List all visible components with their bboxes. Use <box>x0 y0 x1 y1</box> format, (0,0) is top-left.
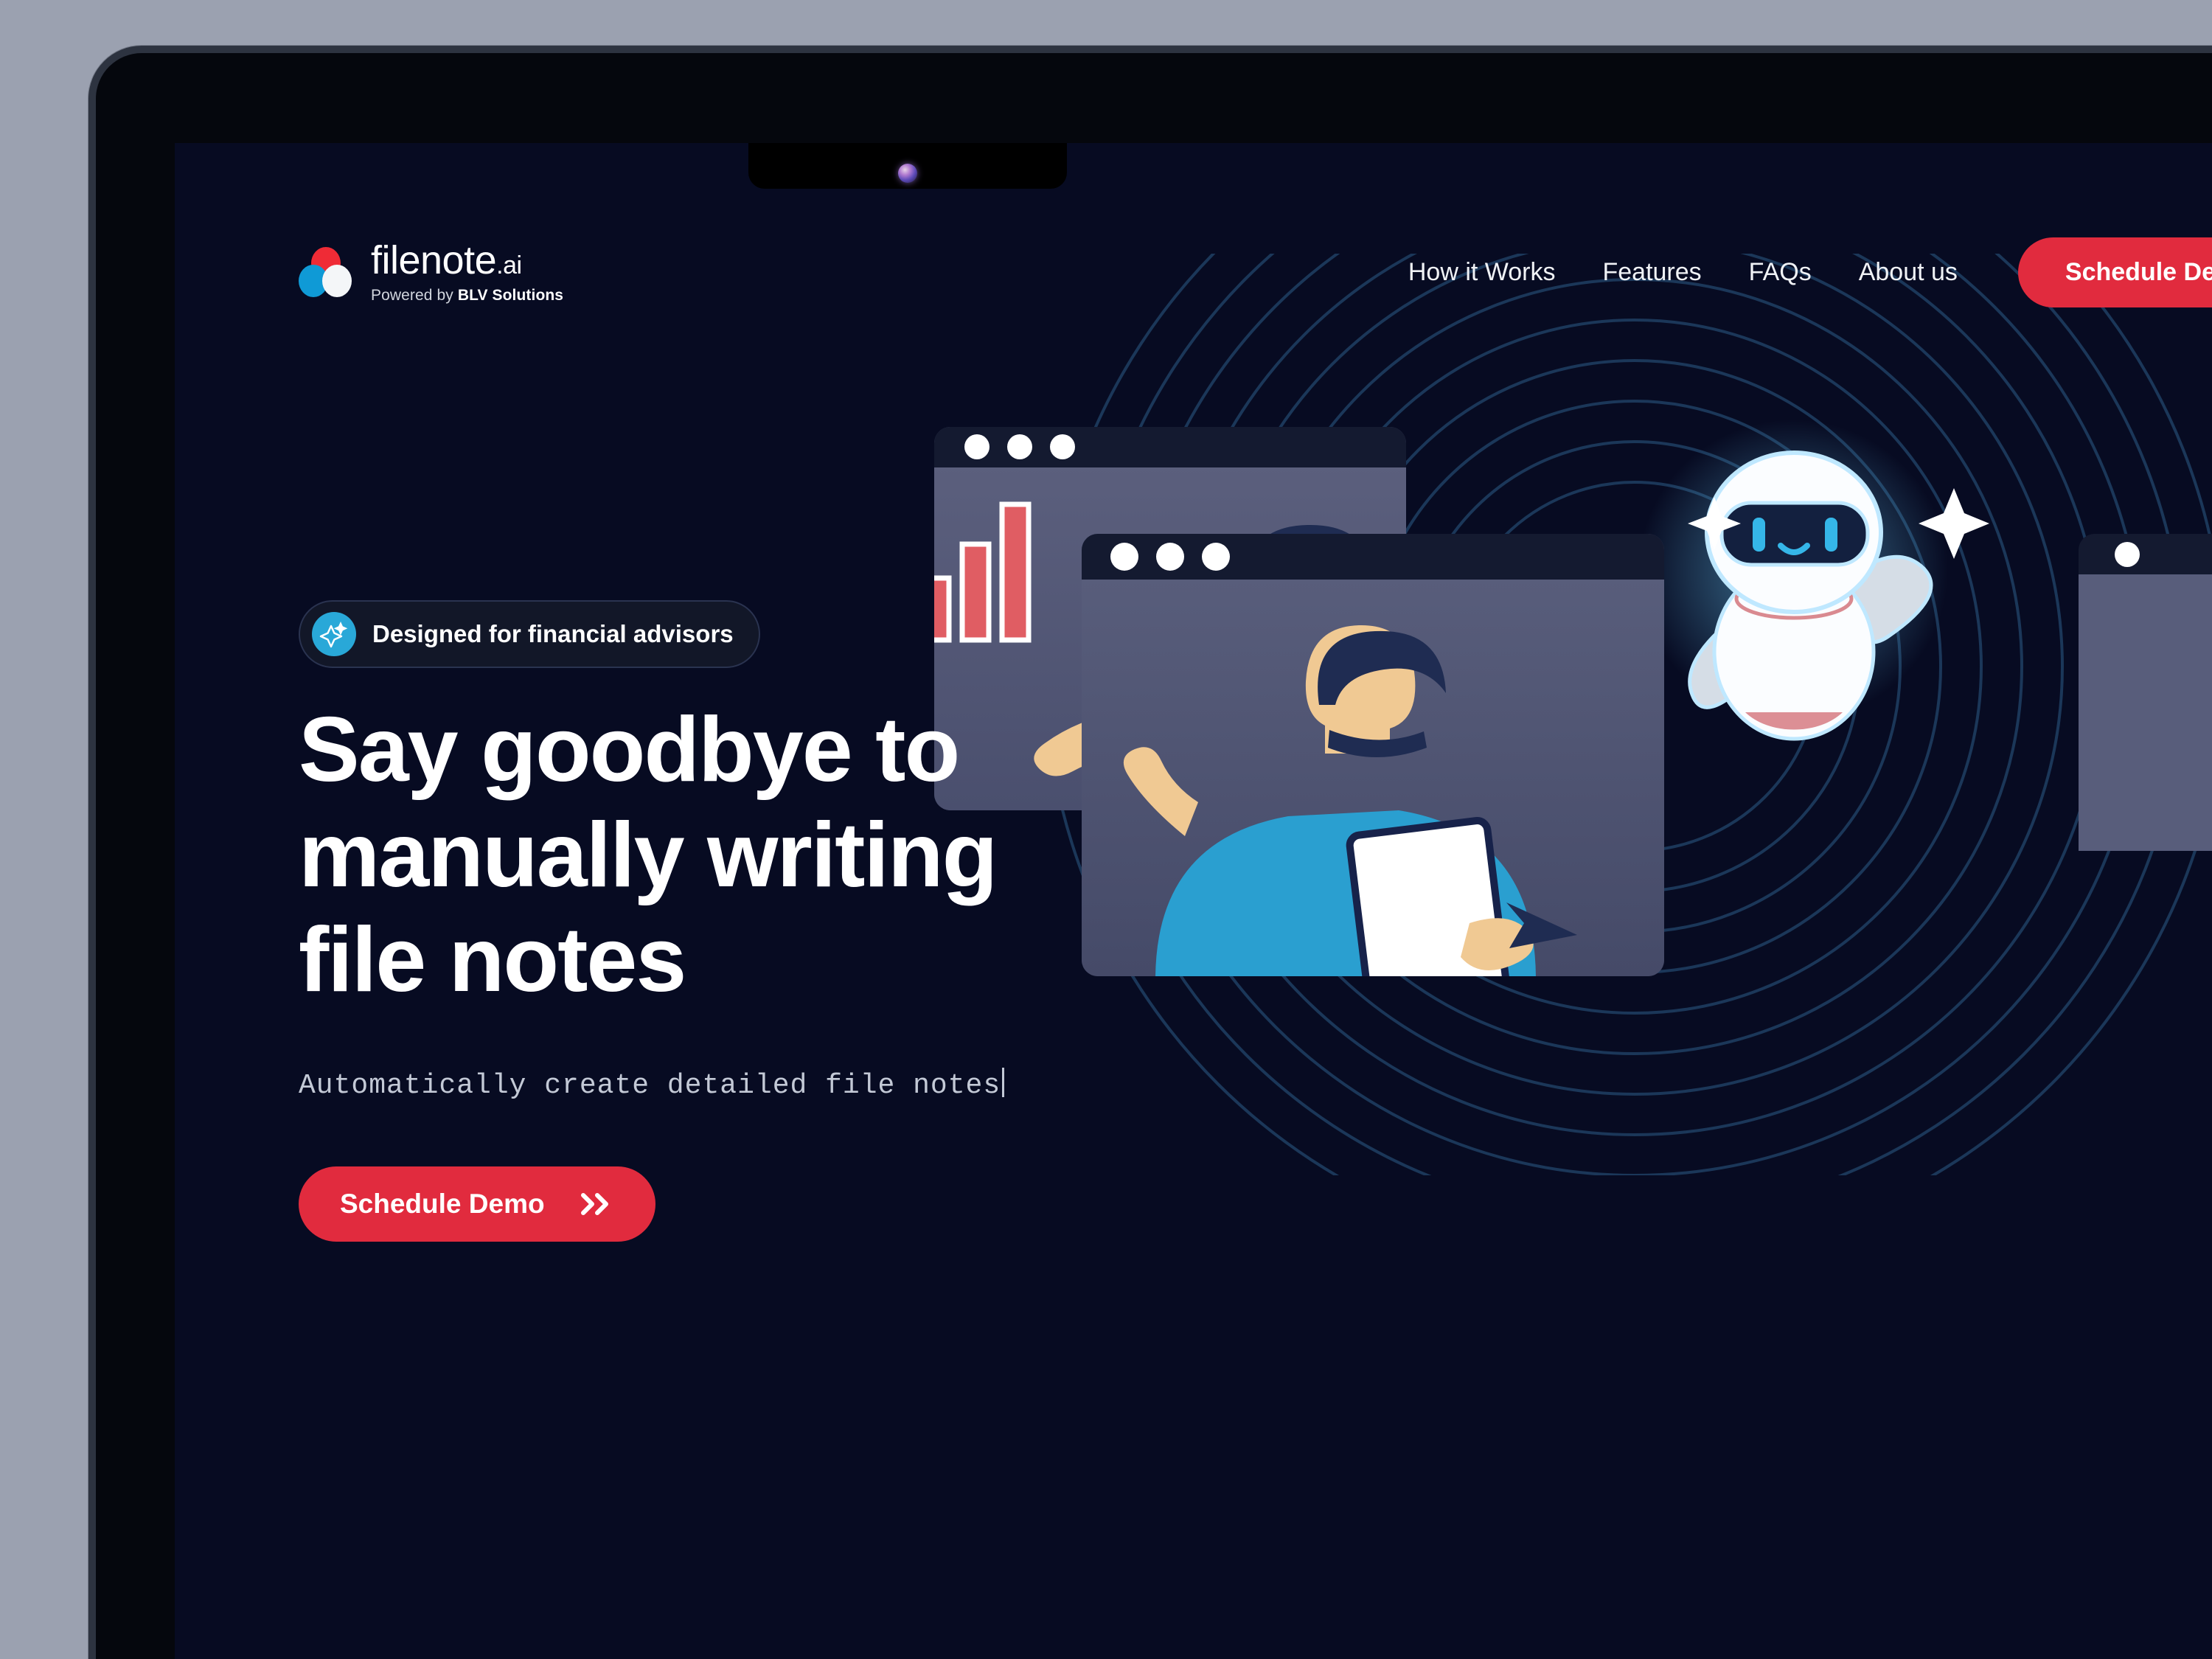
headline-line-3: file notes <box>299 909 686 1012</box>
laptop-notch <box>748 143 1067 189</box>
filenote-dots-logo-icon <box>299 247 352 297</box>
text-cursor <box>1002 1067 1005 1097</box>
nav-link-features[interactable]: Features <box>1579 258 1725 287</box>
laptop-frame: filenote.ai Powered by BLV Solutions How… <box>88 46 2212 1659</box>
sparkle-icon <box>312 612 356 656</box>
webcam-lens-icon <box>898 164 917 183</box>
nav-link-how-it-works[interactable]: How it Works <box>1385 258 1579 287</box>
page-title: Say goodbye to manually writing file not… <box>299 698 1220 1013</box>
brand-logo[interactable]: filenote.ai Powered by BLV Solutions <box>299 240 563 305</box>
brand-powered-by: Powered by BLV Solutions <box>371 286 564 304</box>
nav-link-faqs[interactable]: FAQs <box>1725 258 1835 287</box>
browser-screen: filenote.ai Powered by BLV Solutions How… <box>175 143 2212 1659</box>
brand-wordmark: filenote.ai <box>371 237 522 282</box>
hero-badge-label: Designed for financial advisors <box>372 620 734 647</box>
hero-cta-label: Schedule Demo <box>340 1188 545 1219</box>
double-chevron-right-icon <box>579 1192 614 1217</box>
hero-badge: Designed for financial advisors <box>299 600 760 668</box>
headline-line-2: manually writing <box>299 804 998 906</box>
hero-schedule-demo-button[interactable]: Schedule Demo <box>299 1166 655 1242</box>
main-navigation: How it Works Features FAQs About us Sche… <box>1385 237 2212 307</box>
browser-window-right <box>2079 534 2212 851</box>
headline-line-1: Say goodbye to <box>299 699 960 801</box>
laptop-bezel: filenote.ai Powered by BLV Solutions How… <box>96 53 2212 1659</box>
hero-typed-value: Automatically create detailed file notes <box>299 1069 1001 1102</box>
nav-link-about-us[interactable]: About us <box>1835 258 1981 287</box>
waving-robot-icon <box>1638 420 1948 741</box>
hero-typewriter-text: Automatically create detailed file notes <box>299 1067 1220 1102</box>
header-schedule-demo-button[interactable]: Schedule Demo <box>2017 237 2212 307</box>
site-header: filenote.ai Powered by BLV Solutions How… <box>175 224 2212 320</box>
